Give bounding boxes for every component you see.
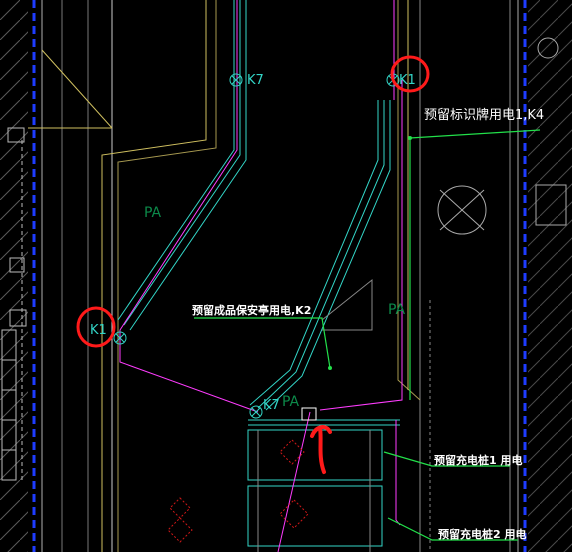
hatched-wall-right [528, 0, 572, 552]
leader-dot-security [328, 366, 332, 370]
annotation-charger1-power: 预留充电桩1 用电 [434, 454, 523, 467]
annotation-security-power: 预留成品保安亭用电,K2 [192, 304, 312, 317]
zone-label-pa-left: PA [144, 205, 162, 221]
annotation-charger2-power: 预留充电桩2 用电 [438, 528, 527, 541]
red-markup-arrow [310, 425, 332, 474]
device-label-k7-top: K7 [247, 73, 264, 88]
zone-label-pa-right: PA [388, 302, 406, 318]
zone-label-pa-bottom: PA [282, 394, 300, 410]
device-k7-bottom-symbol [249, 405, 263, 419]
leader-dot-sign [408, 136, 412, 140]
annotation-sign-power: 预留标识牌用电1,K4 [424, 108, 545, 123]
grey-outlines [257, 278, 373, 552]
device-label-k1-left: K1 [90, 323, 107, 338]
green-leader-lines [194, 129, 541, 541]
hatched-wall-left [0, 0, 28, 552]
device-label-k7-bottom: K7 [263, 398, 280, 413]
yellow-boundary-lines [28, 0, 421, 552]
structure-lines [41, 0, 519, 552]
cad-drawing-canvas [0, 0, 572, 552]
red-dashed-symbols [167, 439, 309, 543]
device-label-k1-top: K1 [399, 73, 416, 88]
